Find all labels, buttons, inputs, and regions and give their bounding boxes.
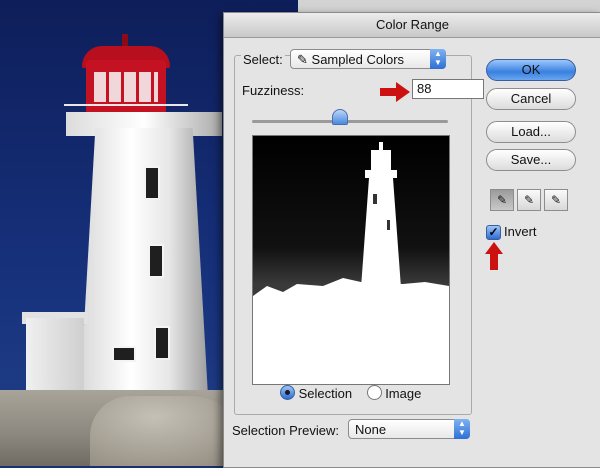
lighthouse-annex: [26, 318, 84, 400]
annotation-arrow-up-icon: [485, 242, 503, 270]
annotation-arrow-right-icon: [380, 82, 410, 102]
preview-mode-group: Selection Image: [280, 385, 421, 401]
dialog-title: Color Range: [224, 13, 600, 38]
load-button[interactable]: Load...: [486, 121, 576, 143]
selection-preview-value: None: [355, 422, 387, 437]
invert-checkbox[interactable]: ✓: [486, 225, 501, 240]
select-label: Select:: [241, 52, 285, 67]
invert-label: Invert: [504, 224, 537, 239]
eyedropper-icon: ✎: [297, 52, 308, 67]
selection-preview-label: Selection Preview:: [232, 423, 339, 438]
select-value: Sampled Colors: [311, 52, 405, 67]
eyedropper-minus-icon[interactable]: ✎: [544, 189, 568, 211]
fuzziness-slider-thumb[interactable]: [332, 109, 348, 125]
eyedropper-plus-icon[interactable]: ✎: [517, 189, 541, 211]
selection-radio-label: Selection: [298, 386, 353, 401]
color-range-dialog: Color Range Select: ✎ Sampled Colors ▲ ▼ …: [223, 12, 600, 468]
ok-button[interactable]: OK: [486, 59, 576, 81]
fuzziness-label: Fuzziness:: [242, 83, 305, 98]
selection-radio[interactable]: [280, 385, 295, 400]
eyedropper-icon[interactable]: ✎: [490, 189, 514, 211]
fuzziness-input[interactable]: 88: [412, 79, 484, 99]
eyedropper-tools: ✎ ✎ ✎: [490, 189, 571, 211]
updown-arrows-icon: ▲ ▼: [454, 419, 470, 439]
image-radio-label: Image: [385, 386, 422, 401]
cancel-button[interactable]: Cancel: [486, 88, 576, 110]
save-button[interactable]: Save...: [486, 149, 576, 171]
image-radio[interactable]: [366, 385, 382, 400]
updown-arrows-icon: ▲ ▼: [430, 49, 446, 69]
fuzziness-slider-track[interactable]: [252, 120, 448, 123]
selection-preview-dropdown[interactable]: None ▲ ▼: [348, 419, 470, 439]
select-dropdown[interactable]: ✎ Sampled Colors ▲ ▼: [290, 49, 446, 69]
selection-preview-image: [252, 135, 450, 385]
